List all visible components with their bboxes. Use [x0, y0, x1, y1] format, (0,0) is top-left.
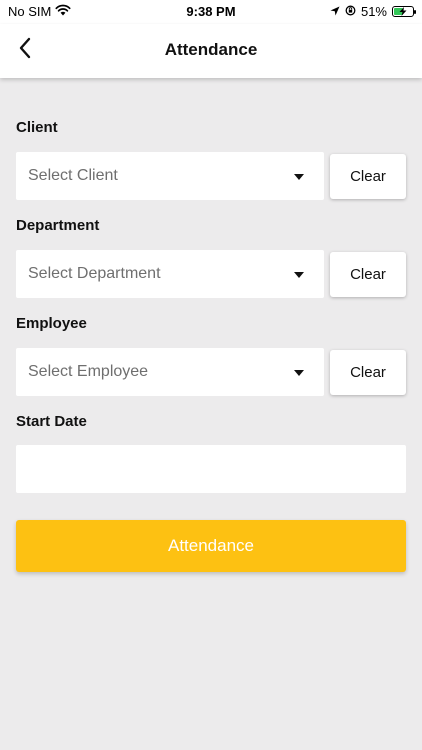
- dropdown-caret-icon: [294, 370, 304, 376]
- location-arrow-icon: [330, 4, 340, 19]
- client-select-placeholder: Select Client: [28, 167, 118, 184]
- start-date-label: Start Date: [16, 413, 87, 430]
- battery-percent: 51%: [360, 4, 387, 19]
- clear-department-button[interactable]: Clear: [330, 252, 406, 297]
- start-date-field[interactable]: [16, 445, 406, 493]
- dropdown-caret-icon: [294, 272, 304, 278]
- nav-bar: Attendance: [0, 24, 422, 78]
- employee-select-placeholder: Select Employee: [28, 363, 149, 380]
- status-bar: No SIM 9:38 PM 51%: [0, 0, 422, 24]
- client-select[interactable]: Select Client: [16, 152, 324, 200]
- clear-employee-button[interactable]: Clear: [330, 350, 406, 395]
- clear-client-button[interactable]: Clear: [330, 154, 406, 199]
- orientation-lock-icon: [345, 4, 356, 19]
- department-select[interactable]: Select Department: [16, 250, 324, 298]
- battery-charging-icon: [392, 6, 416, 17]
- dropdown-caret-icon: [294, 174, 304, 180]
- employee-label: Employee: [16, 315, 87, 332]
- attendance-button[interactable]: Attendance: [16, 520, 406, 572]
- department-select-placeholder: Select Department: [28, 265, 161, 282]
- department-label: Department: [16, 217, 100, 234]
- status-right: 51%: [330, 4, 416, 19]
- page-title: Attendance: [164, 40, 258, 59]
- client-label: Client: [16, 119, 58, 136]
- employee-select[interactable]: Select Employee: [16, 348, 324, 396]
